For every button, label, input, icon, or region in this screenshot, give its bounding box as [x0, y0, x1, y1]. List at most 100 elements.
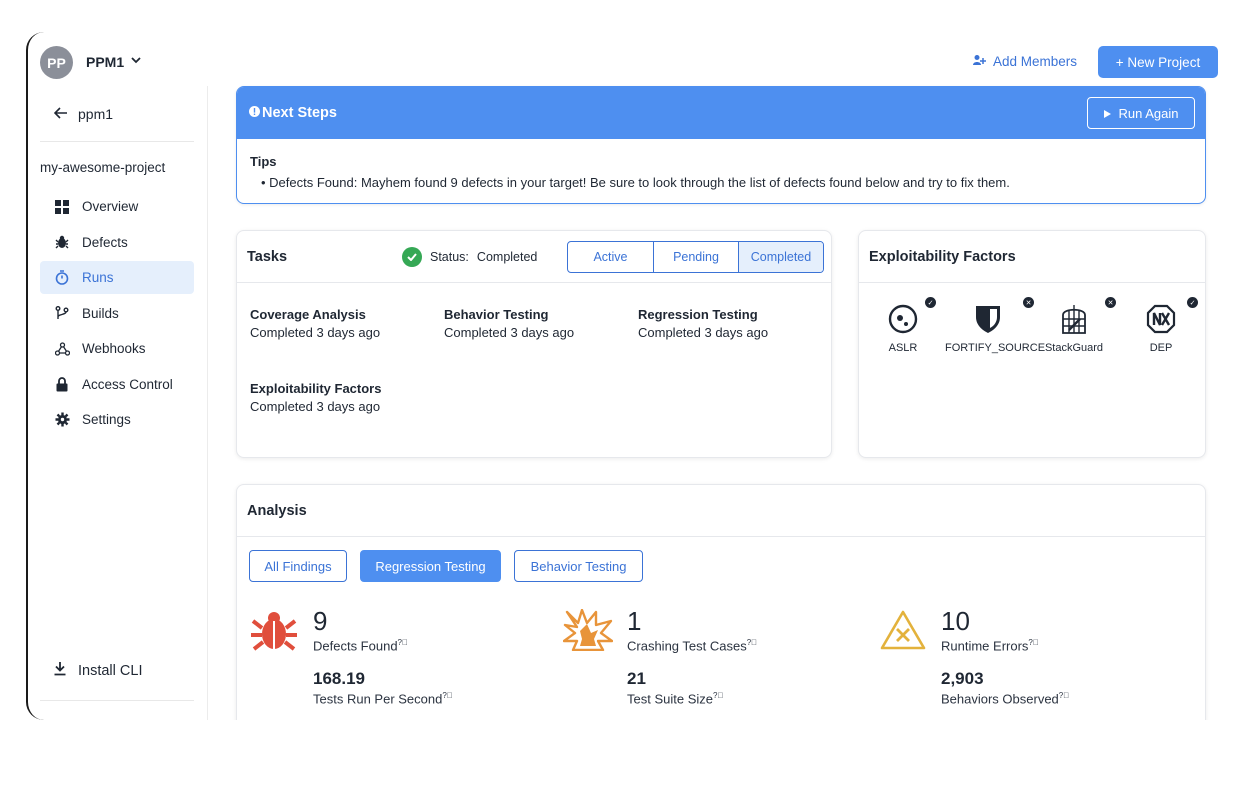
project-name: my-awesome-project	[40, 160, 166, 175]
info-icon	[249, 105, 260, 121]
sidebar-item-label: Webhooks	[82, 341, 146, 356]
help-icon[interactable]: ?⃝	[442, 691, 452, 700]
metric-runtime-errors: 10 Runtime Errors?⃝ 2,903 Behaviors Obse…	[941, 606, 1069, 707]
next-steps-panel: Next Steps Run Again Tips • Defects Foun…	[236, 86, 1206, 204]
metric-label-secondary: Behaviors Observed	[941, 691, 1059, 707]
stopwatch-icon	[54, 270, 70, 286]
task-item: Exploitability Factors Completed 3 days …	[250, 380, 381, 416]
task-name: Coverage Analysis	[250, 307, 366, 322]
task-status: Completed 3 days ago	[444, 325, 575, 340]
tasks-title: Tasks	[247, 249, 288, 265]
exploitability-header: Exploitability Factors	[859, 231, 1205, 283]
sidebar-item-overview[interactable]: Overview	[40, 190, 194, 223]
next-steps-title: Next Steps	[249, 105, 337, 121]
sidebar-item-label: Overview	[82, 199, 139, 214]
shield-icon: ✕	[945, 297, 1034, 337]
warning-icon	[879, 609, 927, 656]
tab-pending[interactable]: Pending	[653, 242, 738, 272]
status-label: Status:	[430, 250, 469, 264]
sidebar-item-defects[interactable]: Defects	[40, 226, 194, 259]
task-filter-tabs: Active Pending Completed	[567, 241, 824, 273]
factor-dep: ✓ DEP	[1131, 297, 1198, 354]
task-status: Completed 3 days ago	[250, 399, 381, 414]
check-circle-icon	[402, 247, 422, 267]
next-steps-header: Next Steps Run Again	[237, 87, 1205, 139]
sidebar-item-label: Access Control	[82, 376, 173, 392]
new-project-button[interactable]: + New Project	[1098, 46, 1218, 78]
task-status: Completed 3 days ago	[638, 325, 769, 340]
tip-item: • Defects Found: Mayhem found 9 defects …	[261, 175, 1010, 190]
arrow-left-icon	[53, 106, 68, 122]
install-cli-label: Install CLI	[78, 663, 143, 679]
metric-value-secondary: 2,903	[941, 669, 984, 689]
chevron-down-icon[interactable]	[130, 54, 142, 69]
tab-active[interactable]: Active	[568, 242, 653, 272]
top-bar: PP PPM1 Add Members + New Project	[28, 32, 1226, 86]
sidebar-item-settings[interactable]: Settings	[40, 403, 194, 436]
filter-behavior-testing[interactable]: Behavior Testing	[514, 550, 643, 582]
filter-regression-testing[interactable]: Regression Testing	[360, 550, 501, 582]
help-icon[interactable]: ?⃝	[747, 638, 757, 647]
filter-all-findings[interactable]: All Findings	[249, 550, 347, 582]
grid-icon	[54, 199, 70, 215]
back-link[interactable]: ppm1	[53, 106, 113, 122]
nx-icon: ✓	[1131, 297, 1198, 337]
sidebar: ppm1 my-awesome-project Overview Defects	[28, 86, 208, 720]
webhook-icon	[54, 341, 70, 357]
avatar[interactable]: PP	[40, 46, 73, 79]
task-item: Behavior Testing Completed 3 days ago	[444, 306, 574, 342]
task-item: Coverage Analysis Completed 3 days ago	[250, 306, 380, 342]
sidebar-item-runs[interactable]: Runs	[40, 261, 194, 294]
tasks-header: Tasks Status: Completed Active Pending C…	[237, 231, 831, 283]
add-members-button[interactable]: Add Members	[973, 54, 1077, 69]
tips-title: Tips	[250, 154, 277, 169]
divider	[40, 700, 194, 701]
tab-completed[interactable]: Completed	[738, 242, 823, 272]
sidebar-item-label: Runs	[82, 270, 114, 285]
bullet: •	[261, 175, 270, 190]
factor-label: ASLR	[888, 342, 918, 354]
org-name[interactable]: PPM1	[86, 54, 124, 70]
metric-label-secondary: Tests Run Per Second	[313, 691, 443, 707]
factor-label: DEP	[1149, 342, 1173, 354]
help-icon[interactable]: ?⃝	[398, 638, 408, 647]
bug-icon	[54, 234, 70, 250]
tip-text: Defects Found: Mayhem found 9 defects in…	[269, 175, 1010, 190]
metric-value: 9	[313, 606, 328, 636]
factor-label: StackGuard	[1044, 342, 1104, 354]
metric-value: 10	[941, 606, 970, 636]
lock-icon	[54, 376, 70, 392]
factor-label: FORTIFY_SOURCE	[945, 342, 1046, 354]
metric-label: Defects Found	[313, 638, 398, 654]
help-icon[interactable]: ?⃝	[1028, 638, 1038, 647]
bug-icon	[251, 609, 297, 656]
metric-value-secondary: 168.19	[313, 669, 365, 689]
sidebar-item-access-control[interactable]: Access Control	[40, 368, 194, 401]
metric-label: Crashing Test Cases	[627, 638, 747, 654]
install-cli-button[interactable]: Install CLI	[54, 662, 142, 680]
task-name: Exploitability Factors	[250, 381, 382, 396]
metric-defects-found: 9 Defects Found?⃝ 168.19 Tests Run Per S…	[313, 606, 453, 707]
status-badge: Status: Completed	[402, 247, 537, 267]
sidebar-nav: Overview Defects Runs Builds Webhooks Ac…	[40, 190, 194, 439]
sidebar-item-webhooks[interactable]: Webhooks	[40, 332, 194, 365]
sidebar-item-builds[interactable]: Builds	[40, 297, 194, 330]
sidebar-item-label: Builds	[82, 305, 119, 321]
check-badge-icon: ✓	[1187, 297, 1198, 308]
help-icon[interactable]: ?⃝	[713, 691, 723, 700]
factor-stackguard: ✕ StackGuard	[1039, 297, 1116, 354]
aslr-icon: ✓	[873, 297, 936, 337]
run-again-button[interactable]: Run Again	[1087, 97, 1195, 129]
x-badge-icon: ✕	[1023, 297, 1034, 308]
analysis-title: Analysis	[247, 503, 307, 519]
check-badge-icon: ✓	[925, 297, 936, 308]
factor-fortify-source: ✕ FORTIFY_SOURCE	[945, 297, 1046, 354]
analysis-card: Analysis All Findings Regression Testing…	[236, 484, 1206, 720]
crash-icon	[562, 608, 614, 656]
task-status: Completed 3 days ago	[250, 325, 381, 340]
app-window: PP PPM1 Add Members + New Project ppm1 m…	[26, 32, 1226, 720]
cage-icon: ✕	[1039, 297, 1116, 337]
exploitability-card: Exploitability Factors ✓ ASLR ✕ FORTIFY_…	[858, 230, 1206, 458]
metric-crashing-test-cases: 1 Crashing Test Cases?⃝ 21 Test Suite Si…	[627, 606, 757, 707]
help-icon[interactable]: ?⃝	[1059, 691, 1069, 700]
